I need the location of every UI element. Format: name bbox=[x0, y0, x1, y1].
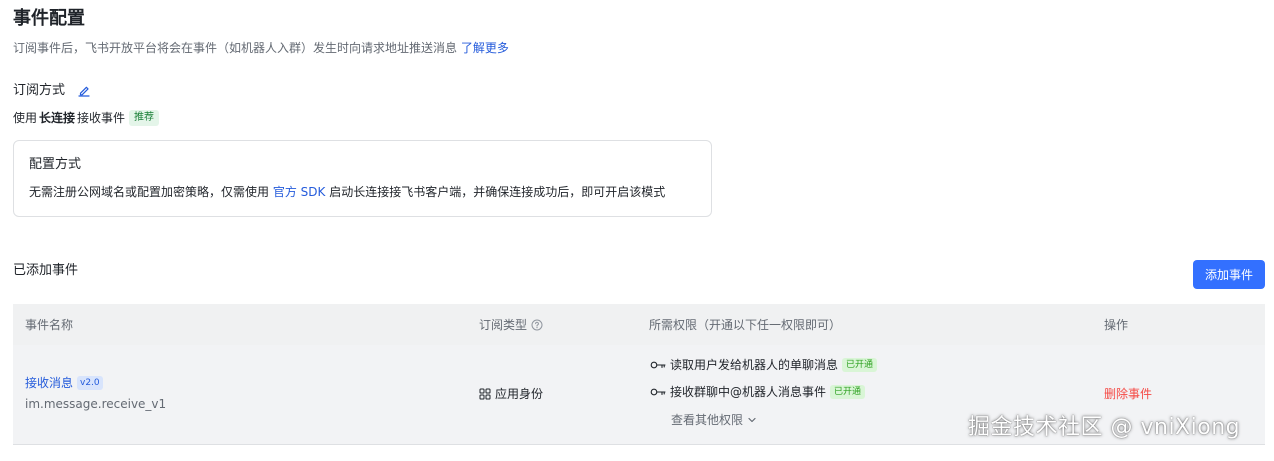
config-desc-after: 启动长连接接飞书客户端，并确保连接成功后，即可开启该模式 bbox=[329, 185, 666, 199]
version-badge: v2.0 bbox=[77, 376, 103, 390]
permission-item: 接收群聊中@机器人消息事件 已开通 bbox=[650, 383, 866, 401]
config-card-desc: 无需注册公网域名或配置加密策略，仅需使用 官方 SDK 启动长连接接飞书客户端，… bbox=[29, 183, 665, 201]
view-more-permissions-label: 查看其他权限 bbox=[671, 413, 744, 427]
official-sdk-link[interactable]: 官方 SDK bbox=[273, 185, 326, 199]
key-icon bbox=[650, 387, 666, 397]
use-suffix: 接收事件 bbox=[77, 111, 126, 125]
permission-label: 读取用户发给机器人的单聊消息 bbox=[670, 358, 839, 372]
events-table-header: 事件名称 订阅类型 所需权限（开通以下任一权限即可） 操作 bbox=[13, 304, 1265, 345]
use-prefix: 使用 bbox=[13, 111, 38, 125]
watermark: 掘金技术社区 @ vniXiong bbox=[968, 415, 1241, 440]
subtitle-text: 订阅事件后，飞书开放平台将会在事件（如机器人入群）发生时向请求地址推送消息 bbox=[13, 41, 458, 55]
column-header-type-label: 订阅类型 bbox=[479, 318, 528, 332]
column-header-type: 订阅类型 bbox=[479, 316, 543, 334]
config-desc-before: 无需注册公网域名或配置加密策略，仅需使用 bbox=[29, 185, 270, 199]
column-header-name: 事件名称 bbox=[25, 318, 74, 332]
page-subtitle: 订阅事件后，飞书开放平台将会在事件（如机器人入群）发生时向请求地址推送消息 了解… bbox=[13, 39, 509, 57]
view-more-permissions[interactable]: 查看其他权限 bbox=[671, 411, 757, 429]
learn-more-link[interactable]: 了解更多 bbox=[461, 41, 509, 55]
config-card: 配置方式 无需注册公网域名或配置加密策略，仅需使用 官方 SDK 启动长连接接飞… bbox=[13, 140, 712, 217]
recommend-badge: 推荐 bbox=[129, 110, 160, 126]
permission-item: 读取用户发给机器人的单聊消息 已开通 bbox=[650, 356, 878, 374]
subscription-method: 订阅方式 bbox=[13, 82, 91, 100]
subscription-method-label: 订阅方式 bbox=[13, 83, 66, 98]
edit-icon[interactable] bbox=[77, 84, 91, 98]
added-events-title: 已添加事件 bbox=[13, 263, 79, 278]
help-icon[interactable] bbox=[531, 319, 543, 331]
subscription-type: 应用身份 bbox=[479, 385, 543, 403]
event-name-link[interactable]: 接收消息 v2.0 bbox=[25, 374, 103, 392]
event-config-page: 事件配置 订阅事件后，飞书开放平台将会在事件（如机器人入群）发生时向请求地址推送… bbox=[0, 0, 1274, 461]
subscription-type-label: 应用身份 bbox=[495, 387, 544, 401]
permission-status-badge: 已开通 bbox=[842, 358, 878, 372]
chevron-down-icon bbox=[747, 415, 757, 425]
app-identity-icon bbox=[479, 388, 491, 400]
column-header-operation: 操作 bbox=[1104, 318, 1129, 332]
add-event-button[interactable]: 添加事件 bbox=[1193, 260, 1265, 289]
column-header-permission: 所需权限（开通以下任一权限即可） bbox=[649, 318, 842, 332]
event-key: im.message.receive_v1 bbox=[25, 397, 167, 411]
key-icon bbox=[650, 360, 666, 370]
permission-label: 接收群聊中@机器人消息事件 bbox=[670, 385, 827, 399]
delete-event-button[interactable]: 删除事件 bbox=[1104, 385, 1152, 403]
event-name: 接收消息 bbox=[25, 376, 74, 390]
config-card-title: 配置方式 bbox=[29, 157, 82, 172]
page-title: 事件配置 bbox=[13, 8, 85, 29]
connection-method: 长连接 bbox=[39, 111, 76, 125]
connection-method-line: 使用 长连接 接收事件 推荐 bbox=[13, 109, 160, 127]
permission-status-badge: 已开通 bbox=[830, 385, 866, 399]
